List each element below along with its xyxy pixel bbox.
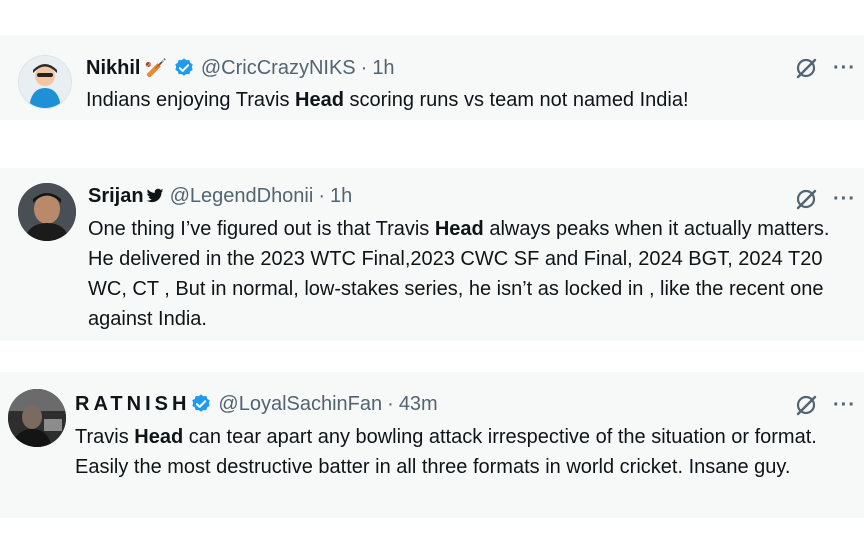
user-handle[interactable]: @LegendDhonii: [170, 184, 314, 208]
more-icon[interactable]: ···: [833, 189, 856, 209]
tweet-header: Nikhil 🏏 @CricCrazyNIKS · 1h: [86, 56, 395, 80]
verified-badge-icon: [192, 394, 211, 412]
grok-icon[interactable]: [793, 186, 819, 212]
grok-icon[interactable]: [793, 55, 819, 81]
tweet-card[interactable]: Nikhil 🏏 @CricCrazyNIKS · 1h ··· Indians…: [0, 35, 864, 120]
user-handle[interactable]: @CricCrazyNIKS: [201, 56, 356, 80]
highlighted-term: Head: [434, 218, 484, 240]
tweet-actions: ···: [793, 55, 856, 81]
display-name[interactable]: Srijan: [88, 184, 144, 208]
avatar[interactable]: [8, 389, 66, 447]
tweet-text: Travis Head can tear apart any bowling a…: [75, 426, 817, 478]
timestamp[interactable]: 43m: [399, 392, 438, 416]
tweet-card[interactable]: RATNISH @LoyalSachinFan · 43m ··· Travis…: [0, 372, 864, 518]
timestamp[interactable]: 1h: [372, 56, 394, 80]
separator-dot: ·: [360, 57, 368, 79]
avatar[interactable]: [18, 55, 72, 109]
timestamp[interactable]: 1h: [330, 184, 352, 208]
tweet-text: One thing I’ve figured out is that Travi…: [88, 218, 830, 330]
tweet-card[interactable]: Srijan @LegendDhonii · 1h ··· One thing …: [0, 168, 864, 341]
more-icon[interactable]: ···: [833, 58, 856, 78]
grok-icon[interactable]: [793, 392, 819, 418]
avatar[interactable]: [18, 183, 76, 241]
more-icon[interactable]: ···: [833, 395, 856, 415]
cricket-bat-emoji-icon: 🏏: [144, 58, 167, 78]
separator-dot: ·: [318, 185, 325, 207]
bird-emoji-icon: [146, 188, 163, 203]
display-name[interactable]: Nikhil: [86, 56, 140, 80]
tweet-actions: ···: [793, 392, 856, 418]
tweet-actions: ···: [793, 186, 856, 212]
user-handle[interactable]: @LoyalSachinFan: [218, 392, 382, 416]
highlighted-term: Head: [134, 426, 184, 448]
tweet-text: Indians enjoying Travis Head scoring run…: [86, 89, 689, 111]
separator-dot: ·: [387, 393, 394, 415]
highlighted-term: Head: [295, 89, 344, 111]
display-name[interactable]: RATNISH: [75, 392, 190, 416]
tweet-header: Srijan @LegendDhonii · 1h: [88, 184, 352, 208]
tweet-header: RATNISH @LoyalSachinFan · 43m: [75, 392, 438, 416]
verified-badge-icon: [175, 58, 193, 76]
